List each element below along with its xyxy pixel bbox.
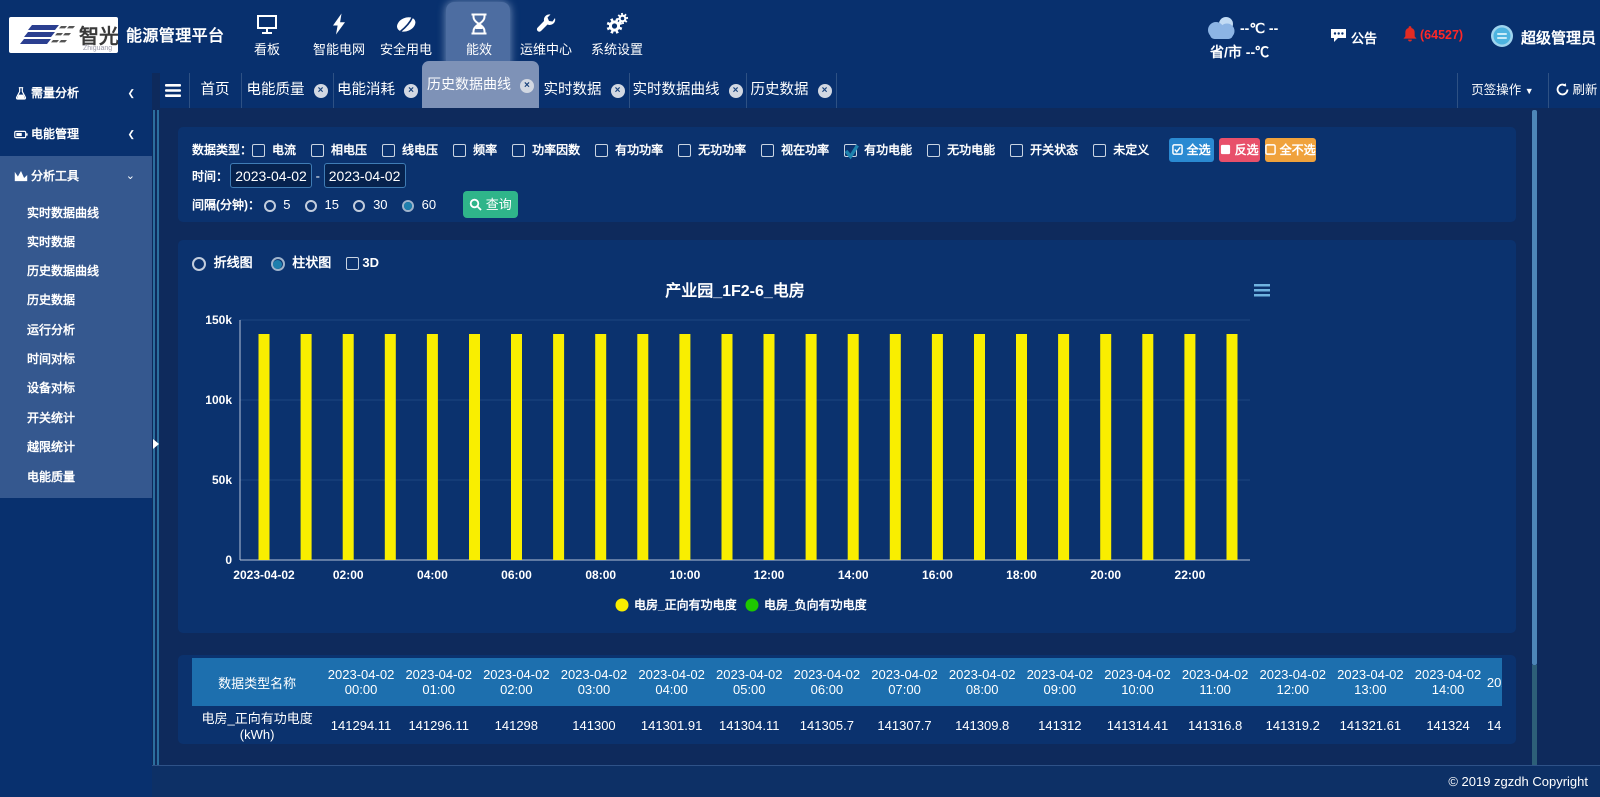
svg-text:22:00: 22:00 [1175, 568, 1206, 582]
svg-text:12:00: 12:00 [754, 568, 785, 582]
svg-text:Zhiguang: Zhiguang [83, 45, 112, 52]
svg-text:产业园_1F2-6_电房: 产业园_1F2-6_电房 [665, 281, 805, 300]
svg-text:150k: 150k [205, 313, 232, 327]
svg-text:50k: 50k [212, 473, 232, 487]
svg-text:18:00: 18:00 [1006, 568, 1037, 582]
svg-text:100k: 100k [205, 393, 232, 407]
svg-text:04:00: 04:00 [417, 568, 448, 582]
svg-text:16:00: 16:00 [922, 568, 953, 582]
svg-text:14:00: 14:00 [838, 568, 869, 582]
svg-text:2023-04-02: 2023-04-02 [233, 568, 295, 582]
svg-text:08:00: 08:00 [585, 568, 616, 582]
svg-text:电房_正向有功电度: 电房_正向有功电度 [634, 597, 738, 612]
svg-text:02:00: 02:00 [333, 568, 364, 582]
svg-text:06:00: 06:00 [501, 568, 532, 582]
svg-text:10:00: 10:00 [670, 568, 701, 582]
svg-text:0: 0 [225, 553, 232, 567]
svg-text:20:00: 20:00 [1090, 568, 1121, 582]
svg-text:电房_负向有功电度: 电房_负向有功电度 [764, 597, 868, 612]
